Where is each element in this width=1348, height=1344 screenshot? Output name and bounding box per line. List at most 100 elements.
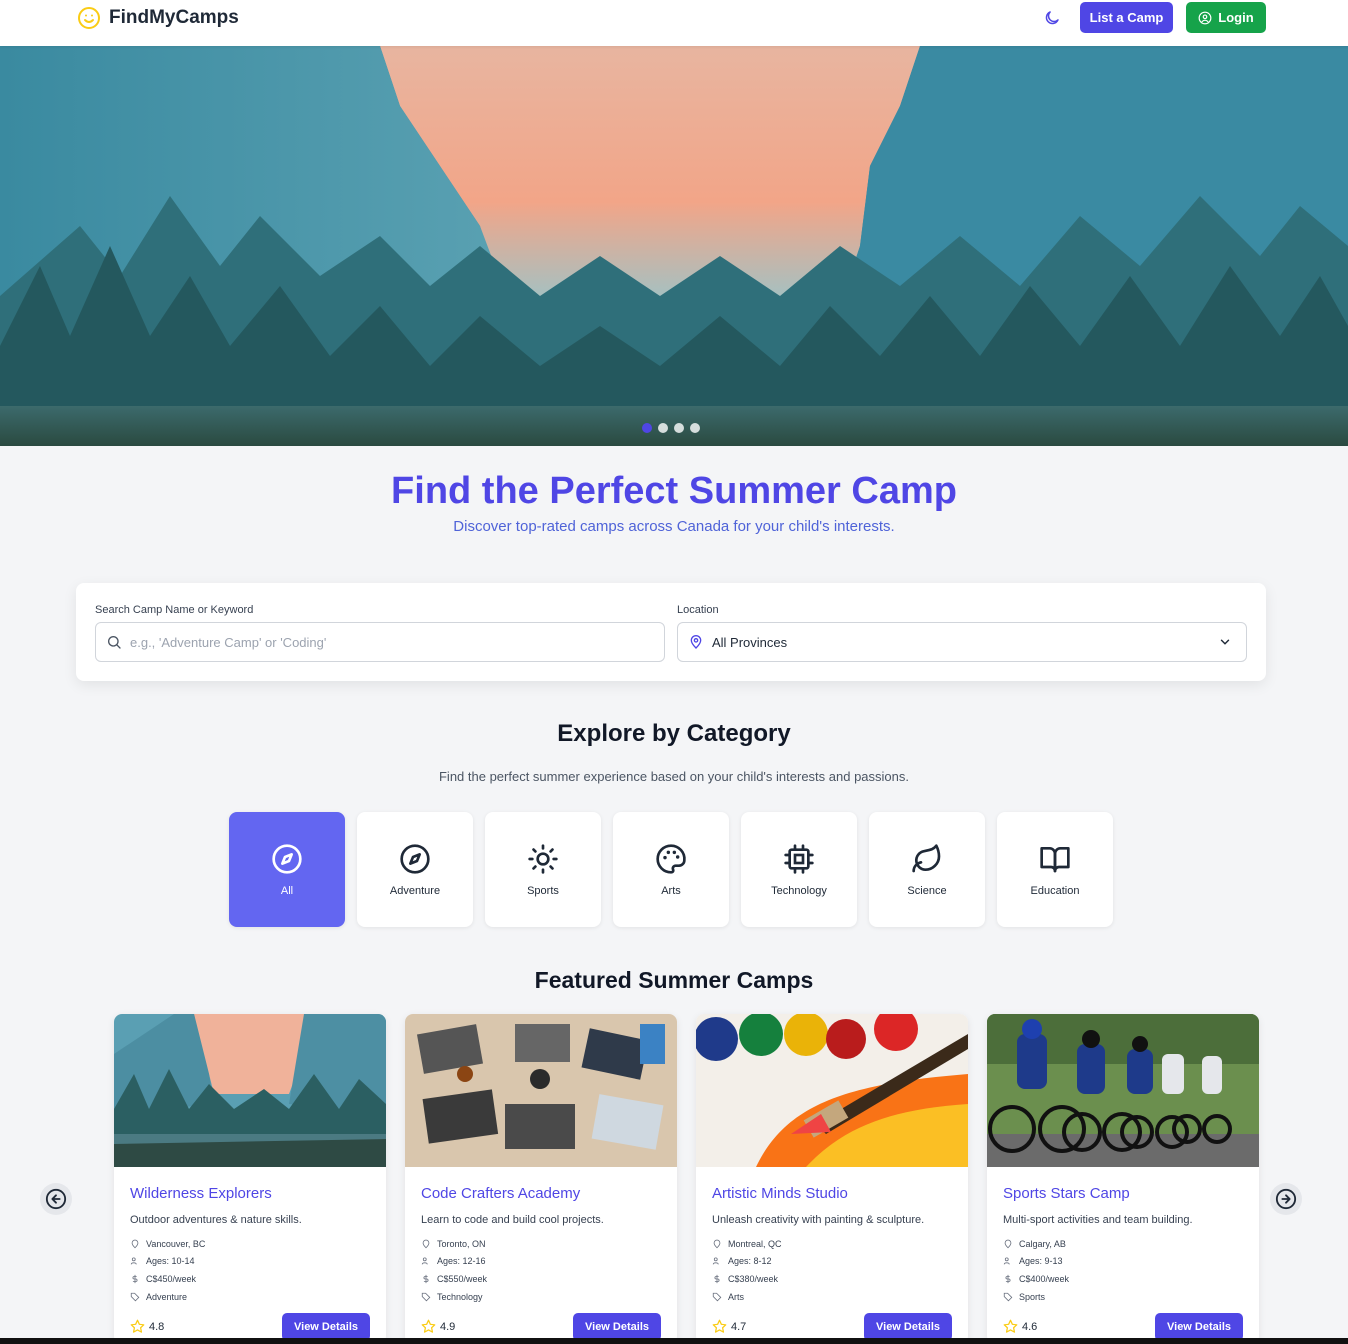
camp-location: Calgary, AB xyxy=(1003,1239,1066,1249)
carousel-dot[interactable] xyxy=(690,423,700,433)
search-panel: Search Camp Name or Keyword Location All… xyxy=(76,583,1266,681)
view-details-button[interactable]: View Details xyxy=(864,1313,952,1341)
category-label: Sports xyxy=(527,884,559,897)
camp-rating-value: 4.8 xyxy=(149,1320,165,1333)
camp-category-text: Adventure xyxy=(146,1292,188,1302)
carousel-next-button[interactable] xyxy=(1270,1183,1302,1215)
dollar-icon xyxy=(1005,1274,1011,1284)
camp-name[interactable]: Artistic Minds Studio xyxy=(712,1185,848,1202)
map-pin-icon xyxy=(713,1239,721,1249)
location-label: Location xyxy=(677,604,719,616)
camp-location-text: Montreal, QC xyxy=(728,1239,782,1249)
dollar-icon xyxy=(714,1274,720,1284)
category-list: All Adventure Sports Arts Technology Sci… xyxy=(229,812,1113,927)
keyword-search-input[interactable] xyxy=(130,634,630,650)
user-circle-icon xyxy=(1198,11,1212,24)
keyword-search-box[interactable] xyxy=(95,622,665,662)
login-label: Login xyxy=(1218,10,1254,25)
chevron-down-icon xyxy=(1220,639,1230,645)
camp-location-text: Calgary, AB xyxy=(1019,1239,1066,1249)
camp-ages: Ages: 10-14 xyxy=(130,1256,195,1266)
camp-category-text: Technology xyxy=(437,1292,483,1302)
camp-ages-text: Ages: 12-16 xyxy=(437,1256,486,1266)
users-icon xyxy=(712,1257,719,1265)
page-title: Find the Perfect Summer Camp xyxy=(391,470,957,512)
camp-card[interactable]: Code Crafters Academy Learn to code and … xyxy=(405,1014,677,1344)
camp-category: Sports xyxy=(1003,1292,1045,1302)
camp-location: Montreal, QC xyxy=(712,1239,782,1249)
arrow-right-circle-icon xyxy=(1275,1188,1297,1210)
category-label: Science xyxy=(907,884,947,897)
star-icon xyxy=(1003,1319,1018,1333)
camp-rating: 4.9 xyxy=(421,1319,455,1334)
camp-image xyxy=(405,1014,677,1167)
category-label: Technology xyxy=(771,884,827,897)
login-button[interactable]: Login xyxy=(1186,2,1266,33)
camp-card[interactable]: Artistic Minds Studio Unleash creativity… xyxy=(696,1014,968,1344)
category-education[interactable]: Education xyxy=(997,812,1113,927)
camp-location-text: Toronto, ON xyxy=(437,1239,486,1249)
hero-landscape-image xyxy=(0,46,1348,446)
category-adventure[interactable]: Adventure xyxy=(357,812,473,927)
camp-rating-value: 4.7 xyxy=(731,1320,747,1333)
camp-ages-text: Ages: 9-13 xyxy=(1019,1256,1063,1266)
camp-category: Technology xyxy=(421,1292,483,1302)
camp-ages: Ages: 9-13 xyxy=(1003,1256,1063,1266)
camp-category: Adventure xyxy=(130,1292,187,1302)
arrow-left-circle-icon xyxy=(45,1188,67,1210)
camp-category-text: Sports xyxy=(1019,1292,1046,1302)
camp-description: Learn to code and build cool projects. xyxy=(421,1214,604,1226)
palette-icon xyxy=(656,843,686,874)
category-sports[interactable]: Sports xyxy=(485,812,601,927)
smiley-icon xyxy=(78,7,100,29)
camp-price-text: C$550/week xyxy=(437,1274,488,1284)
moon-icon xyxy=(1045,11,1059,25)
camp-price-text: C$400/week xyxy=(1019,1274,1070,1284)
tag-icon xyxy=(712,1292,722,1302)
location-select[interactable]: All Provinces xyxy=(677,622,1247,662)
brand-logo[interactable]: FindMyCamps xyxy=(77,6,239,30)
camp-image xyxy=(114,1014,386,1167)
carousel-dot[interactable] xyxy=(674,423,684,433)
bottom-edge-bar xyxy=(0,1338,1348,1344)
featured-section-title: Featured Summer Camps xyxy=(534,967,814,993)
hero-carousel[interactable] xyxy=(0,46,1348,446)
camp-card[interactable]: Wilderness Explorers Outdoor adventures … xyxy=(114,1014,386,1344)
category-all[interactable]: All xyxy=(229,812,345,927)
camp-price-text: C$450/week xyxy=(146,1274,197,1284)
camp-description: Outdoor adventures & nature skills. xyxy=(130,1214,302,1226)
carousel-dot[interactable] xyxy=(642,423,652,433)
brand-name: FindMyCamps xyxy=(109,7,239,28)
list-a-camp-button[interactable]: List a Camp xyxy=(1080,2,1173,33)
location-value: All Provinces xyxy=(712,634,788,650)
compass-icon xyxy=(272,843,302,874)
camp-price: C$400/week xyxy=(1003,1274,1069,1284)
tag-icon xyxy=(1003,1292,1013,1302)
camp-name[interactable]: Code Crafters Academy xyxy=(421,1185,580,1202)
camp-price: C$380/week xyxy=(712,1274,778,1284)
camp-rating-value: 4.9 xyxy=(440,1320,456,1333)
view-details-button[interactable]: View Details xyxy=(573,1313,661,1341)
view-details-button[interactable]: View Details xyxy=(1155,1313,1243,1341)
search-icon xyxy=(108,636,121,649)
category-technology[interactable]: Technology xyxy=(741,812,857,927)
camp-card[interactable]: Sports Stars Camp Multi-sport activities… xyxy=(987,1014,1259,1344)
users-icon xyxy=(130,1257,137,1265)
category-section-title: Explore by Category xyxy=(557,720,791,747)
carousel-prev-button[interactable] xyxy=(40,1183,72,1215)
users-icon xyxy=(1003,1257,1010,1265)
camp-location: Toronto, ON xyxy=(421,1239,486,1249)
sun-icon xyxy=(528,843,558,874)
carousel-dot[interactable] xyxy=(658,423,668,433)
view-details-button[interactable]: View Details xyxy=(282,1313,370,1341)
map-pin-icon xyxy=(690,635,702,649)
camp-name[interactable]: Wilderness Explorers xyxy=(130,1185,272,1202)
category-science[interactable]: Science xyxy=(869,812,985,927)
camp-rating: 4.7 xyxy=(712,1319,746,1334)
camp-ages-text: Ages: 10-14 xyxy=(146,1256,195,1266)
map-pin-icon xyxy=(1004,1239,1012,1249)
theme-toggle-button[interactable] xyxy=(1040,6,1064,30)
camp-price: C$450/week xyxy=(130,1274,196,1284)
camp-name[interactable]: Sports Stars Camp xyxy=(1003,1185,1130,1202)
category-arts[interactable]: Arts xyxy=(613,812,729,927)
